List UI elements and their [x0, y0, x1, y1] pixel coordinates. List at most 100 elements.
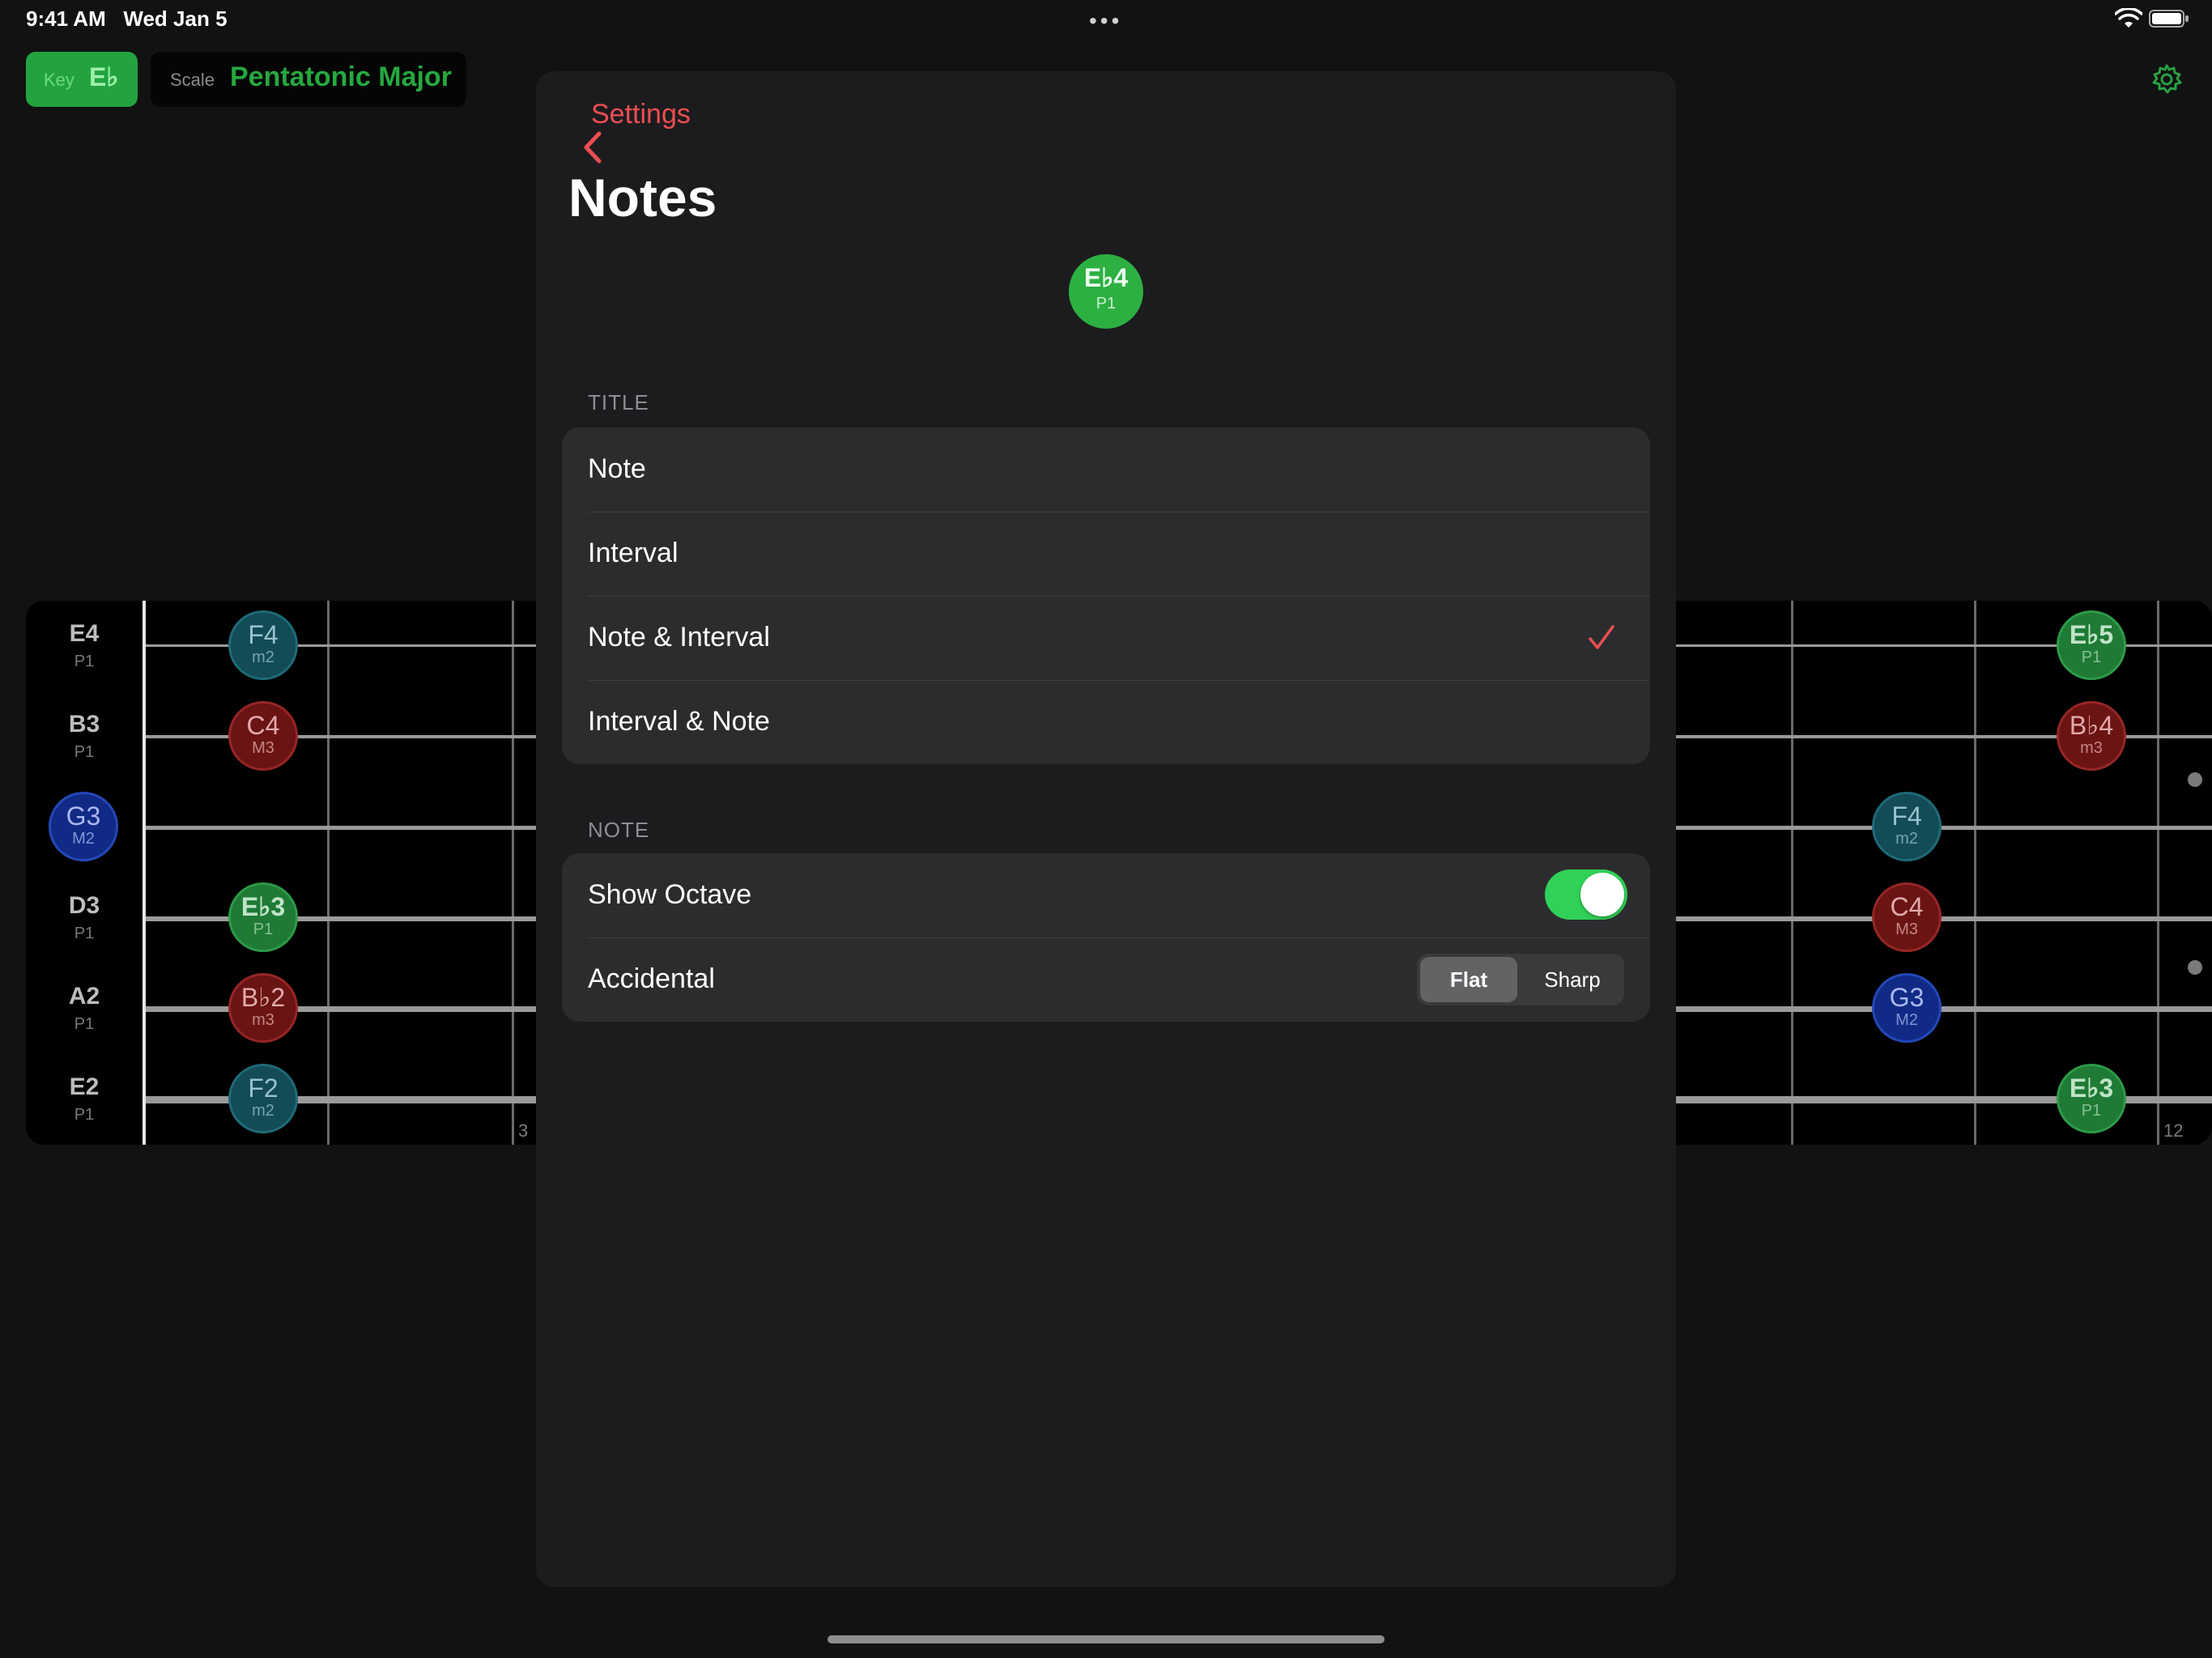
notes-settings-sheet: Settings Notes E♭4 P1 TITLE Note Interva… — [536, 71, 1676, 1587]
multitasking-dots[interactable]: ••• — [1089, 8, 1122, 34]
open-string-label: A2 P1 — [36, 983, 133, 1034]
show-octave-row: Show Octave — [562, 853, 1650, 937]
open-string-note: E4 — [69, 620, 100, 647]
note-name: F4 — [248, 620, 279, 649]
fret-line — [327, 601, 330, 1145]
fret-note[interactable]: C4 M3 — [228, 701, 298, 771]
show-octave-label: Show Octave — [588, 879, 752, 910]
show-octave-toggle[interactable] — [1545, 869, 1627, 920]
note-interval: m3 — [252, 1011, 274, 1029]
status-time: 9:41 AM — [26, 6, 106, 31]
status-bar-time: 9:41 AM Wed Jan 5 — [26, 6, 228, 32]
title-options-group: Note Interval Note & Interval Interval &… — [562, 427, 1650, 764]
key-label: Key — [44, 70, 74, 90]
open-string-interval: P1 — [74, 743, 95, 761]
note-interval: m2 — [1895, 830, 1918, 848]
note-name: C4 — [1890, 892, 1924, 921]
section-header-note: NOTE — [588, 818, 650, 842]
open-string-note: A2 — [68, 983, 100, 1010]
open-string-note: E2 — [69, 1073, 100, 1100]
fret-note[interactable]: F4 m2 — [1872, 792, 1942, 861]
open-string-label: E4 P1 — [36, 620, 133, 671]
segment-sharp[interactable]: Sharp — [1524, 957, 1621, 1002]
title-option-interval-and-note[interactable]: Interval & Note — [562, 680, 1650, 764]
fretboard-nut — [143, 601, 146, 1145]
open-string-note: D3 — [68, 892, 100, 919]
fret-line — [512, 601, 514, 1145]
preview-note: E♭4 — [1083, 263, 1129, 292]
fret-note[interactable]: G3 M2 — [1872, 973, 1942, 1043]
open-string-note-circle[interactable]: G3 M2 — [49, 792, 118, 861]
wifi-icon — [2115, 8, 2142, 28]
accidental-label: Accidental — [588, 963, 715, 994]
open-string-interval: P1 — [74, 1106, 95, 1124]
note-preview-circle: E♭4 P1 — [1069, 254, 1143, 329]
fret-number: 3 — [518, 1120, 529, 1141]
note-name: E♭3 — [240, 892, 286, 921]
fret-note[interactable]: B♭2 m3 — [228, 973, 298, 1043]
note-interval: M3 — [252, 739, 274, 757]
accidental-row: Accidental Flat Sharp — [562, 937, 1650, 1022]
gear-icon[interactable] — [2150, 63, 2183, 96]
key-selector-button[interactable]: Key E♭ — [26, 52, 138, 107]
note-name: E♭3 — [2069, 1073, 2114, 1103]
note-interval: m2 — [252, 648, 274, 666]
note-interval: P1 — [2081, 1102, 2102, 1120]
scale-selector-button[interactable]: Scale Pentatonic Major — [151, 52, 466, 107]
fret-note[interactable]: F4 m2 — [228, 610, 298, 680]
scale-label: Scale — [170, 70, 215, 90]
note-name: G3 — [1889, 983, 1925, 1012]
open-string-label: E2 P1 — [36, 1073, 133, 1124]
open-string-interval: P1 — [74, 925, 95, 942]
open-string-interval: P1 — [74, 1015, 95, 1033]
note-interval: M2 — [1895, 1011, 1918, 1029]
chevron-left-icon — [584, 131, 602, 164]
note-name: E♭5 — [2069, 620, 2114, 649]
fret-number: 12 — [2163, 1120, 2184, 1141]
option-label: Interval & Note — [588, 706, 770, 737]
toggle-knob — [1580, 873, 1624, 916]
option-label: Note & Interval — [588, 622, 770, 653]
fret-line — [2157, 601, 2159, 1145]
fret-note[interactable]: E♭3 P1 — [228, 882, 298, 952]
note-interval: m2 — [252, 1102, 274, 1120]
fret-note[interactable]: E♭5 P1 — [2057, 610, 2126, 680]
option-label: Interval — [588, 538, 678, 568]
checkmark-icon — [1589, 625, 1614, 649]
key-value: E♭ — [89, 62, 119, 91]
open-string-interval: P1 — [74, 653, 95, 670]
note-interval: P1 — [2081, 648, 2102, 666]
fret-inlay-dot — [2188, 960, 2202, 975]
note-interval: m3 — [2080, 739, 2103, 757]
note-options-group: Show Octave Accidental Flat Sharp — [562, 853, 1650, 1022]
fret-note[interactable]: E♭3 P1 — [2057, 1064, 2126, 1133]
fret-inlay-dot — [2188, 772, 2202, 787]
segment-flat[interactable]: Flat — [1420, 957, 1517, 1002]
open-string-label: B3 P1 — [36, 711, 133, 762]
preview-interval: P1 — [1095, 295, 1117, 312]
note-name: F2 — [248, 1073, 279, 1103]
section-header-title: TITLE — [588, 390, 649, 414]
fret-note[interactable]: C4 M3 — [1872, 882, 1942, 952]
accidental-segmented-control[interactable]: Flat Sharp — [1417, 954, 1624, 1005]
open-string-label: D3 P1 — [36, 892, 133, 943]
page-title: Notes — [568, 168, 717, 227]
note-interval: M3 — [1895, 920, 1918, 938]
fret-note[interactable]: B♭4 m3 — [2057, 701, 2126, 771]
note-name: B♭4 — [2069, 711, 2114, 740]
battery-icon — [2149, 10, 2189, 28]
note-name: C4 — [246, 711, 280, 740]
title-option-interval[interactable]: Interval — [562, 512, 1650, 596]
note-name: B♭2 — [240, 983, 286, 1012]
fret-line — [1974, 601, 1976, 1145]
back-button-label[interactable]: Settings — [591, 99, 691, 130]
note-name: F4 — [1891, 801, 1922, 831]
home-indicator[interactable] — [827, 1635, 1385, 1643]
title-option-note[interactable]: Note — [562, 427, 1650, 512]
open-string-note: B3 — [68, 711, 100, 738]
scale-value: Pentatonic Major — [230, 62, 452, 92]
fret-note[interactable]: F2 m2 — [228, 1064, 298, 1133]
note-name: G3 — [66, 801, 101, 831]
title-option-note-and-interval[interactable]: Note & Interval — [562, 596, 1650, 680]
fret-line — [1791, 601, 1793, 1145]
